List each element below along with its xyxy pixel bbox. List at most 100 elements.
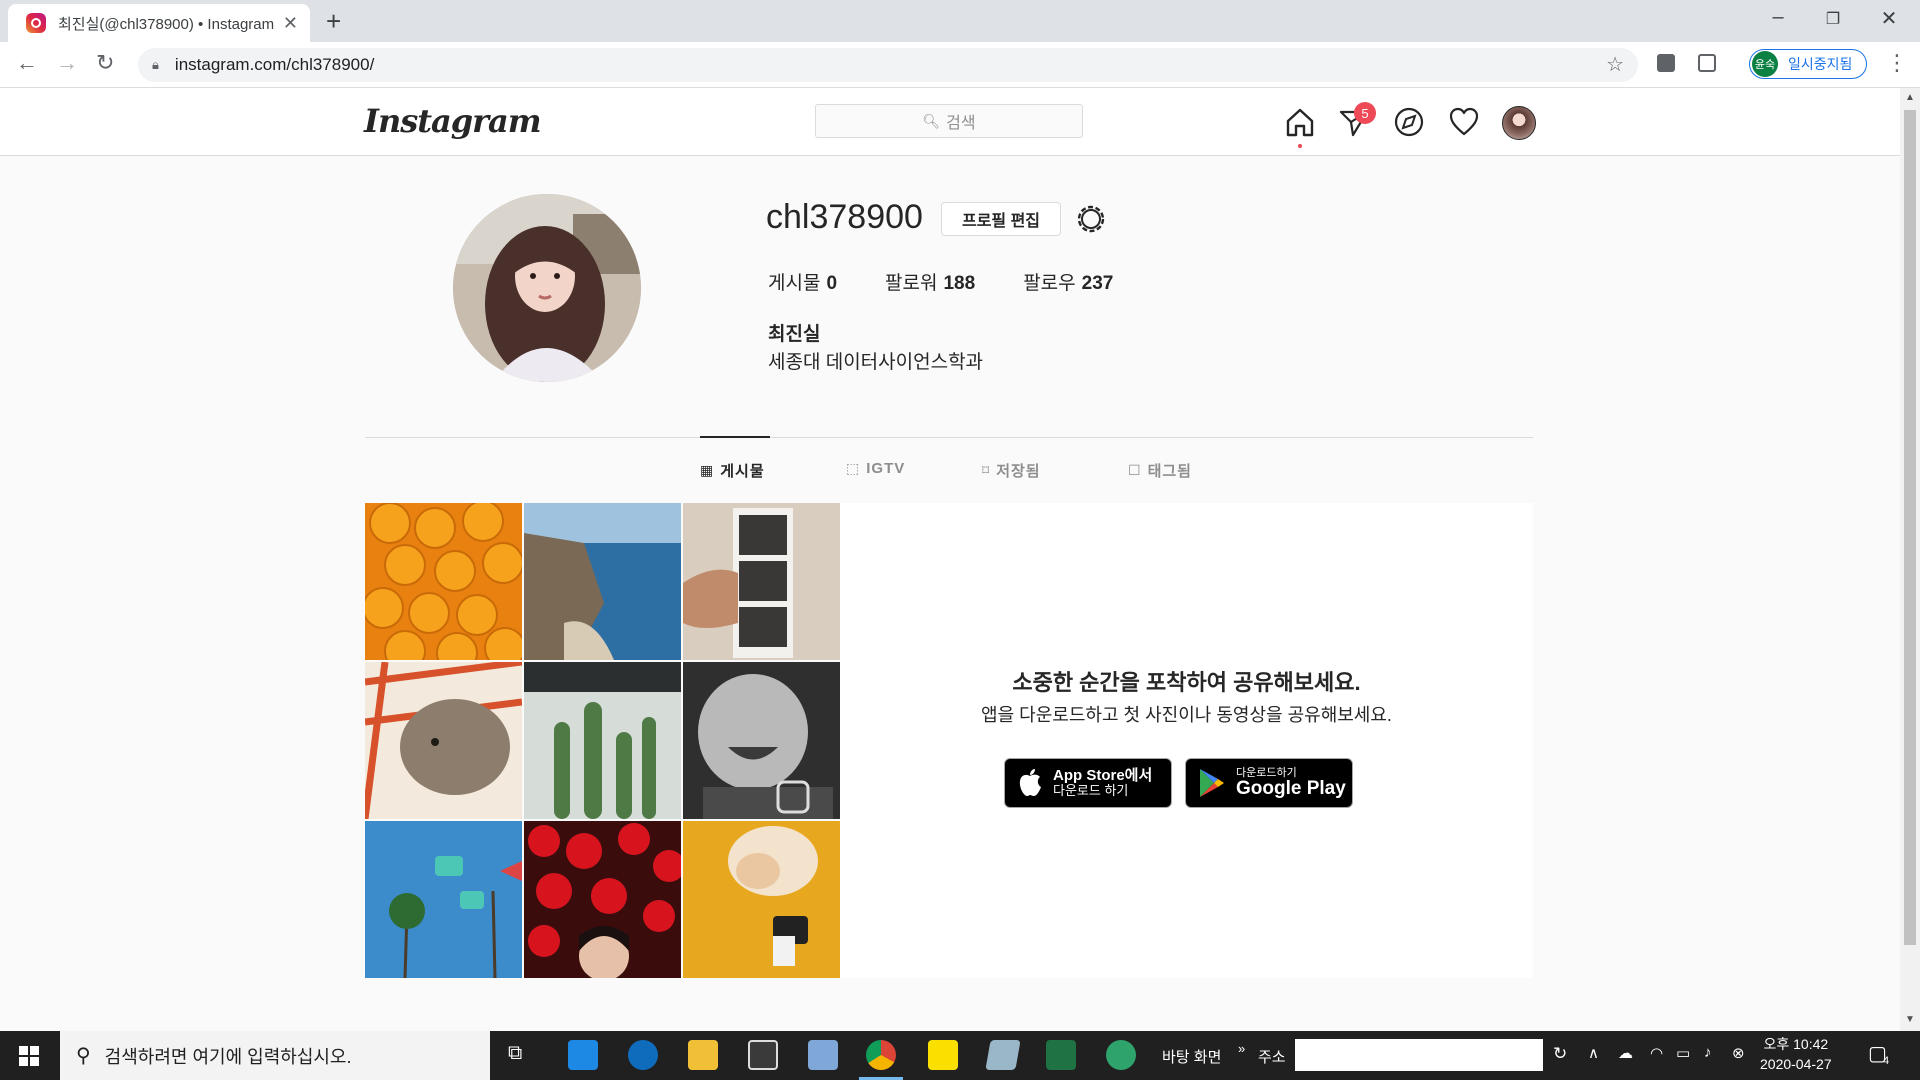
ime-icon[interactable]: ⊗ [1732,1044,1745,1062]
close-window-button[interactable]: ✕ [1869,6,1909,31]
empty-state-subtitle: 앱을 다운로드하고 첫 사진이나 동영상을 공유해보세요. [981,705,1392,725]
task-view-icon[interactable]: ⧉ [508,1042,522,1065]
tab-posts-label: 게시물 [720,463,765,480]
search-icon: ⚲ [76,1045,91,1067]
instagram-header: Instagram 🔍︎ 검색 5 [0,88,1900,156]
scroll-up-arrow-icon[interactable]: ▲ [1905,92,1915,103]
taskbar-date: 2020-04-27 [1760,1056,1832,1072]
new-tab-button[interactable]: + [326,6,341,37]
address-go-icon[interactable]: ↻ [1553,1044,1567,1064]
sample-photo-baby [683,662,840,819]
search-icon: 🔍︎ [922,112,941,129]
taskbar-clock[interactable]: 오후 10:42 2020-04-27 [1760,1034,1832,1074]
page-scrollbar[interactable]: ▲ ▼ [1900,88,1920,1031]
volume-icon[interactable]: ♪ [1704,1044,1712,1061]
windows-taskbar: ⚲ 검색하려면 여기에 입력하십시오. ⧉ 바탕 화면 » 주소 ↻ ∧ ☁ ◠… [0,1031,1920,1080]
followers-stat[interactable]: 팔로워 188 [885,268,975,295]
browser-tab[interactable]: 최진실(@chl378900) • Instagram ✕ [8,4,310,42]
edge-app-icon[interactable] [628,1040,658,1070]
forward-icon[interactable]: → [56,50,78,76]
wifi-icon[interactable]: ◠ [1650,1044,1663,1062]
minimize-button[interactable]: – [1758,6,1798,29]
profile-bio: 세종대 데이터사이언스학과 [768,352,984,373]
following-count: 237 [1081,273,1114,294]
followers-label: 팔로워 [885,273,938,294]
chrome-app-icon[interactable] [866,1040,896,1070]
sample-photo-cat [683,821,840,978]
address-bar[interactable]: 🔒︎ instagram.com/chl378900/ ☆ [138,48,1638,82]
profile-stats: 게시물 0 팔로워 188 팔로우 237 [768,268,1161,295]
extension-icon[interactable] [1657,54,1675,72]
photos-app-icon[interactable] [808,1040,838,1070]
instagram-logo[interactable]: Instagram [364,102,542,140]
taskbar-address-input[interactable] [1295,1039,1543,1071]
explore-icon[interactable] [1393,106,1425,138]
google-play-button[interactable]: 다운로드하기 Google Play [1185,758,1353,808]
lock-icon: 🔒︎ [152,57,159,72]
browser-tab-strip: 최진실(@chl378900) • Instagram ✕ + – ❐ ✕ [0,0,1920,42]
app-store-line2: 다운로드 하기 [1053,783,1129,799]
profile-avatar-large[interactable] [453,194,641,382]
store-app-icon[interactable] [748,1040,778,1070]
posts-stat: 게시물 0 [768,268,837,295]
followers-count: 188 [943,273,976,294]
profile-status: 일시중지됨 [1788,56,1853,72]
nav-profile-avatar[interactable] [1502,106,1536,140]
app-store-line1: App Store에서 [1053,766,1153,784]
chrome-menu-icon[interactable]: ⋮ [1886,50,1908,76]
tray-expand-icon[interactable]: ∧ [1588,1044,1599,1062]
settings-gear-icon[interactable] [1074,202,1108,236]
url-text: instagram.com/chl378900/ [174,55,375,74]
notes-app-icon[interactable] [985,1040,1021,1070]
close-tab-icon[interactable]: ✕ [283,13,298,34]
mail-app-icon[interactable] [568,1040,598,1070]
google-play-line2: Google Play [1236,777,1346,799]
instagram-favicon-icon [26,13,46,33]
profile-avatar: 윤숙 [1752,51,1778,77]
windows-start-icon[interactable] [19,1046,39,1066]
following-stat[interactable]: 팔로우 237 [1023,268,1113,295]
reload-icon[interactable]: ↻ [96,50,114,76]
tab-title: 최진실(@chl378900) • Instagram [58,15,275,33]
cast-icon[interactable] [1698,54,1716,72]
bookmark-star-icon[interactable]: ☆ [1606,52,1624,77]
sample-photo-grid [365,503,840,978]
profile-username: chl378900 [766,198,923,236]
tab-saved[interactable]: ⌑ 저장됨 [982,460,1041,481]
search-input[interactable]: 🔍︎ 검색 [815,104,1083,138]
desktop-toolbar-label[interactable]: 바탕 화면 [1162,1046,1221,1067]
taskbar-time: 오후 10:42 [1763,1036,1829,1052]
heart-icon[interactable] [1448,106,1480,138]
excel-app-icon[interactable] [1046,1040,1076,1070]
tab-igtv[interactable]: ⬚ IGTV [846,460,905,477]
toolbar-expand-icon[interactable]: » [1238,1041,1245,1056]
empty-state-title: 소중한 순간을 포착하여 공유해보세요. [1012,670,1361,695]
file-explorer-icon[interactable] [688,1040,718,1070]
scroll-down-arrow-icon[interactable]: ▼ [1905,1014,1915,1025]
restore-button[interactable]: ❐ [1813,9,1853,29]
chrome-profile-button[interactable]: 윤숙 일시중지됨 [1749,49,1867,79]
taskbar-search-input[interactable]: ⚲ 검색하려면 여기에 입력하십시오. [60,1031,490,1080]
jupyter-app-icon[interactable] [1106,1040,1136,1070]
app-store-button[interactable]: App Store에서 다운로드 하기 [1004,758,1172,808]
sample-photo-oranges [365,503,522,660]
kakaotalk-app-icon[interactable] [928,1040,958,1070]
igtv-icon: ⬚ [846,460,861,476]
home-icon[interactable] [1284,106,1316,138]
search-placeholder: 검색 [946,115,976,132]
google-play-icon [1200,769,1224,797]
tab-tagged[interactable]: ☐ 태그됨 [1128,460,1192,481]
back-icon[interactable]: ← [16,50,38,76]
empty-state-panel: 소중한 순간을 포착하여 공유해보세요. 앱을 다운로드하고 첫 사진이나 동영… [840,503,1533,978]
onedrive-icon[interactable]: ☁ [1618,1044,1633,1062]
active-tab-indicator [700,436,770,438]
tab-posts[interactable]: ▦ 게시물 [700,460,765,481]
battery-icon[interactable]: ▭ [1676,1044,1690,1062]
edit-profile-button[interactable]: 프로필 편집 [941,202,1061,236]
scroll-thumb[interactable] [1904,110,1916,945]
notification-count: 4 [1883,1055,1890,1067]
sample-photo-photobooth [683,503,840,660]
page-viewport: Instagram 🔍︎ 검색 5 chl378900 프로필 편집 게시물 0… [0,88,1900,1031]
home-active-dot [1298,144,1302,148]
profile-full-name: 최진실 [768,324,821,345]
